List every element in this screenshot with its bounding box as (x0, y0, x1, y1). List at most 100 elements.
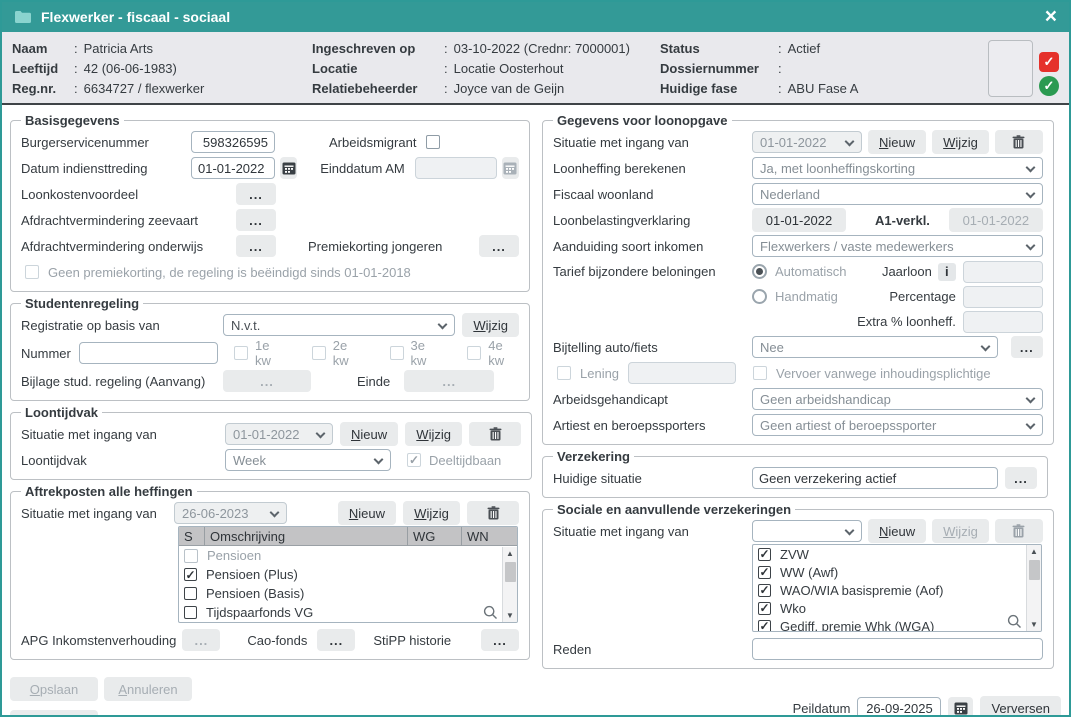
loonopgave-wijzig-button[interactable]: Wijzig (932, 130, 989, 154)
verzekering-dots-button[interactable]: ... (1005, 467, 1037, 489)
annuleren-button[interactable]: Annuleren (104, 677, 192, 701)
list-item[interactable]: ✓WAO/WIA basispremie (Aof) (753, 581, 1041, 599)
datum-indiensttreding-input[interactable] (191, 157, 275, 179)
scroll-thumb[interactable] (1029, 560, 1040, 580)
apg-dots-button[interactable]: ... (182, 629, 220, 651)
item-checkbox[interactable]: ✓ (758, 548, 771, 561)
list-item[interactable]: ✓Wko (753, 599, 1041, 617)
sociale-situatie-select[interactable] (752, 520, 862, 542)
arbeidsmigrant-checkbox[interactable] (426, 135, 440, 149)
loonopgave-situatie-select[interactable]: 01-01-2022 (752, 131, 862, 153)
kw2-checkbox[interactable] (312, 346, 326, 360)
loontijdvak-select[interactable]: Week (225, 449, 391, 471)
row-checkbox[interactable] (184, 549, 198, 563)
loontijdvak-situatie-select[interactable]: 01-01-2022 (225, 423, 333, 445)
extra-loonheffing-input[interactable] (963, 311, 1043, 333)
calendar-icon[interactable] (280, 157, 297, 179)
einddatum-am-input[interactable] (415, 157, 497, 179)
huidige-situatie-label: Huidige situatie (553, 471, 752, 486)
magnifier-icon[interactable] (1007, 614, 1022, 629)
afdrachtvermindering-onderwijs-dots-button[interactable]: ... (236, 235, 276, 257)
peildatum-input[interactable] (857, 697, 941, 717)
huidige-situatie-input[interactable] (752, 467, 998, 489)
item-name: ZVW (780, 547, 809, 562)
arbeidsgehandicapt-select[interactable]: Geen arbeidshandicap (752, 388, 1043, 410)
loonopgave-nieuw-button[interactable]: Nieuw (868, 130, 926, 154)
item-checkbox[interactable]: ✓ (758, 584, 771, 597)
sociale-wijzig-button[interactable]: Wijzig (932, 519, 989, 543)
bsn-input[interactable] (191, 131, 275, 153)
item-checkbox[interactable]: ✓ (758, 566, 771, 579)
aftrekposten-delete-button[interactable] (467, 501, 519, 525)
lening-input[interactable] (628, 362, 736, 384)
sociale-nieuw-button[interactable]: Nieuw (868, 519, 926, 543)
sociale-delete-button[interactable] (995, 519, 1043, 543)
item-checkbox[interactable]: ✓ (758, 602, 771, 615)
bijlage-aanvang-dots-button[interactable]: ... (223, 370, 311, 392)
loonheffing-select[interactable]: Ja, met loonheffingskorting (752, 157, 1043, 179)
close-icon[interactable]: × (1045, 7, 1057, 27)
magnifier-icon[interactable] (483, 605, 498, 620)
loonbelastingverklaring-date-button[interactable]: 01-01-2022 (752, 208, 846, 232)
scrollbar[interactable]: ▲ ▼ (1026, 545, 1041, 631)
aftrekposten-nieuw-button[interactable]: Nieuw (338, 501, 396, 525)
item-checkbox[interactable]: ✓ (758, 620, 771, 633)
scroll-down-icon[interactable]: ▼ (1027, 618, 1041, 631)
automatisch-radio[interactable] (752, 264, 767, 279)
info-icon[interactable]: i (938, 263, 956, 281)
loontijdvak-delete-button[interactable] (469, 422, 521, 446)
row-checkbox[interactable] (184, 606, 197, 619)
list-item[interactable]: ✓WW (Awf) (753, 563, 1041, 581)
chevron-down-icon (438, 320, 448, 330)
soort-inkomen-select[interactable]: Flexwerkers / vaste medewerkers (752, 235, 1043, 257)
calendar-icon[interactable] (948, 697, 973, 717)
bijlage-einde-dots-button[interactable]: ... (404, 370, 494, 392)
table-row[interactable]: ✓ Pensioen (Plus) (179, 565, 517, 584)
afdrachtvermindering-zeevaart-dots-button[interactable]: ... (236, 209, 276, 231)
list-item[interactable]: ✓ ZVW (753, 545, 1041, 563)
ok-button[interactable]: Ok (10, 710, 98, 717)
studenten-wijzig-button[interactable]: Wijzig (462, 313, 519, 337)
stipp-historie-dots-button[interactable]: ... (481, 629, 519, 651)
vervoer-checkbox[interactable] (753, 366, 767, 380)
aftrekposten-wijzig-button[interactable]: Wijzig (403, 501, 460, 525)
scroll-down-icon[interactable]: ▼ (503, 609, 517, 622)
geen-premiekorting-checkbox[interactable] (25, 265, 39, 279)
loontijdvak-wijzig-button[interactable]: Wijzig (405, 422, 462, 446)
opslaan-button[interactable]: Opslaan (10, 677, 98, 701)
artiest-select[interactable]: Geen artiest of beroepssporter (752, 414, 1043, 436)
scroll-up-icon[interactable]: ▲ (1027, 545, 1041, 558)
scroll-up-icon[interactable]: ▲ (503, 547, 517, 560)
row-checkbox[interactable] (184, 587, 197, 600)
aftrekposten-situatie-select[interactable]: 26-06-2023 (174, 502, 287, 524)
kw4-checkbox[interactable] (467, 346, 481, 360)
reden-input[interactable] (752, 638, 1043, 660)
calendar-icon-disabled[interactable] (502, 157, 519, 179)
scrollbar[interactable]: ▲ ▼ (502, 547, 517, 622)
woonland-select[interactable]: Nederland (752, 183, 1043, 205)
registratie-select[interactable]: N.v.t. (223, 314, 455, 336)
loontijdvak-nieuw-button[interactable]: Nieuw (340, 422, 398, 446)
list-item[interactable]: ✓Gediff. premie Whk (WGA) (753, 617, 1041, 632)
handmatig-radio[interactable] (752, 289, 767, 304)
loonkostenvoordeel-dots-button[interactable]: ... (236, 183, 276, 205)
bijtelling-select[interactable]: Nee (752, 336, 998, 358)
lening-checkbox[interactable] (557, 366, 571, 380)
loonopgave-delete-button[interactable] (995, 130, 1043, 154)
premiekorting-jongeren-dots-button[interactable]: ... (479, 235, 519, 257)
table-row[interactable]: Pensioen (179, 546, 517, 565)
bijtelling-dots-button[interactable]: ... (1011, 336, 1043, 358)
nummer-input[interactable] (79, 342, 218, 364)
jaarloon-input[interactable] (963, 261, 1043, 283)
a1-verklaring-date-button[interactable]: 01-01-2022 (949, 208, 1043, 232)
cao-fonds-dots-button[interactable]: ... (317, 629, 355, 651)
kw1-checkbox[interactable] (234, 346, 248, 360)
row-checkbox[interactable]: ✓ (184, 568, 197, 581)
percentage-input[interactable] (963, 286, 1043, 308)
kw3-checkbox[interactable] (390, 346, 404, 360)
table-row[interactable]: Pensioen (Basis) (179, 584, 517, 603)
scroll-thumb[interactable] (505, 562, 516, 582)
table-row[interactable]: Tijdspaarfonds VG (179, 603, 517, 622)
deeltijdbaan-checkbox[interactable]: ✓ (407, 453, 421, 467)
verversen-button[interactable]: Verversen (980, 696, 1061, 717)
